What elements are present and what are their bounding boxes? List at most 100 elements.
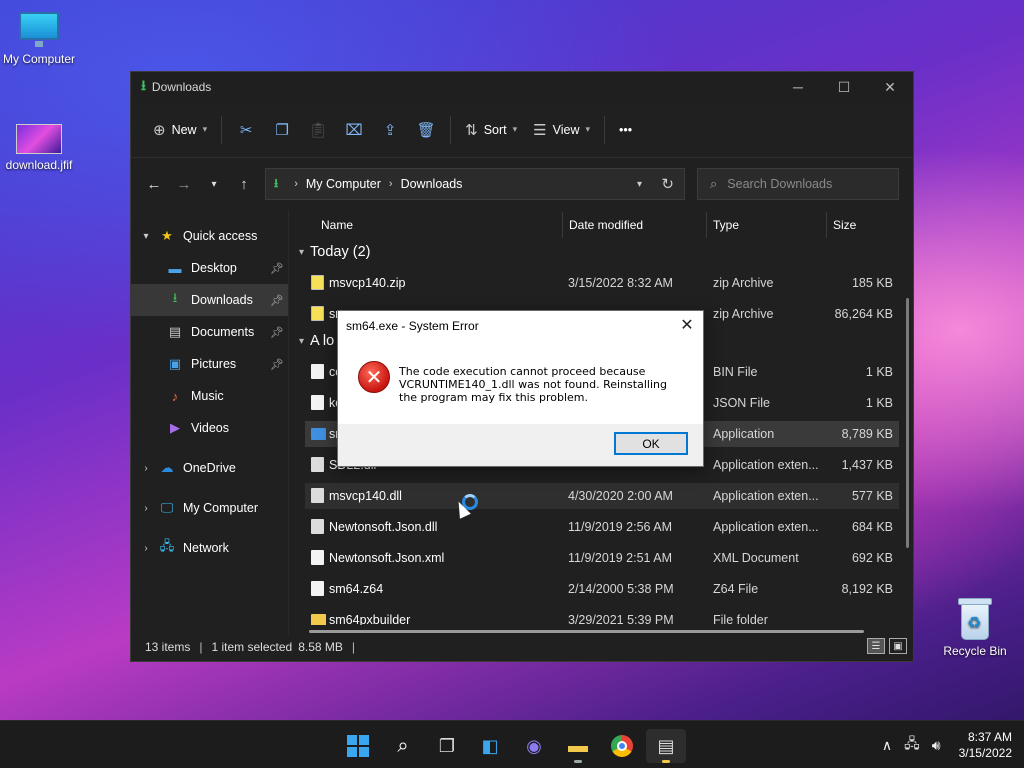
column-divider[interactable]: [562, 212, 563, 238]
column-header-size[interactable]: Size: [833, 216, 856, 234]
back-arrow-icon[interactable]: ←: [139, 169, 169, 199]
delete-icon[interactable]: 🗑︎: [408, 114, 444, 146]
minimize-button[interactable]: ─: [775, 72, 821, 102]
desktop-icon-my-computer[interactable]: My Computer: [0, 10, 81, 66]
file-date: 11/9/2019 2:51 AM: [568, 551, 673, 565]
chevron-right-icon[interactable]: ›: [131, 503, 157, 514]
nav-desktop[interactable]: ▬ Desktop 📌︎: [131, 252, 288, 284]
nav-label: Desktop: [191, 261, 237, 275]
up-arrow-icon[interactable]: ↑: [229, 169, 259, 199]
file-type: zip Archive: [713, 276, 774, 290]
file-row[interactable]: Newtonsoft.Json.xml 11/9/2019 2:51 AM XM…: [305, 545, 899, 571]
file-explorer-taskbar-button[interactable]: ▬: [558, 729, 598, 763]
status-divider: |: [351, 640, 356, 654]
nav-documents[interactable]: ▤ Documents 📌︎: [131, 316, 288, 348]
sort-icon: ⇅: [465, 121, 478, 139]
file-row[interactable]: sm64.z64 2/14/2000 5:38 PM Z64 File 8,19…: [305, 576, 899, 602]
file-icon: [311, 364, 324, 379]
pin-icon: 📌︎: [270, 262, 284, 275]
desktop-icon-download-jfif[interactable]: download.jfif: [0, 118, 81, 172]
start-button[interactable]: [338, 729, 378, 763]
file-type: Application exten...: [713, 458, 819, 472]
sort-label: Sort: [483, 122, 507, 137]
nav-network[interactable]: › 🖧︎ Network: [131, 532, 288, 564]
group-header-a-long-time-ago[interactable]: ▾ A lo: [299, 333, 334, 349]
dialog-titlebar[interactable]: sm64.exe - System Error ✕: [338, 311, 703, 341]
file-row[interactable]: msvcp140.dll 4/30/2020 2:00 AM Applicati…: [305, 483, 899, 509]
recent-locations-chevron-icon[interactable]: ▾: [199, 169, 229, 199]
group-header-today[interactable]: ▾ Today (2): [299, 244, 370, 260]
search-box[interactable]: ⌕ Search Downloads: [697, 168, 899, 200]
see-more-button[interactable]: •••: [611, 114, 640, 146]
vertical-scrollbar[interactable]: [906, 298, 909, 548]
status-bar: 13 items | 1 item selected 8.58 MB | ☰ ▣: [131, 633, 913, 661]
network-icon[interactable]: 🖧︎: [904, 733, 920, 757]
error-app-taskbar-button[interactable]: ▤: [646, 729, 686, 763]
tiles-view-icon[interactable]: ▣: [889, 638, 907, 654]
breadcrumb-chevron-icon: ›: [388, 178, 393, 190]
column-header-type[interactable]: Type: [713, 216, 739, 234]
widgets-button[interactable]: ◧: [470, 729, 510, 763]
nav-videos[interactable]: ▶ Videos: [131, 412, 288, 444]
rename-icon[interactable]: ⌧: [336, 114, 372, 146]
clock[interactable]: 8:37 AM 3/15/2022: [959, 729, 1012, 761]
copy-icon[interactable]: ❐: [264, 114, 300, 146]
chevron-down-icon: ▾: [512, 124, 518, 134]
details-view-icon[interactable]: ☰: [867, 638, 885, 654]
network-icon: 🖧︎: [159, 538, 175, 553]
monitor-icon: 🖵︎: [160, 500, 174, 515]
column-divider[interactable]: [826, 212, 827, 238]
nav-label: Videos: [191, 421, 229, 435]
desktop-icon-label: My Computer: [2, 52, 76, 66]
chrome-taskbar-button[interactable]: [602, 729, 642, 763]
maximize-button[interactable]: ☐: [821, 72, 867, 102]
nav-pictures[interactable]: ▣ Pictures 📌︎: [131, 348, 288, 380]
more-icon: •••: [619, 122, 633, 137]
nav-downloads[interactable]: ⭳ Downloads 📌︎: [131, 284, 288, 316]
search-taskbar-button[interactable]: ⌕: [383, 729, 423, 763]
active-indicator: [662, 760, 670, 763]
refresh-icon[interactable]: ↻: [661, 175, 674, 193]
chevron-up-icon[interactable]: ∧: [882, 737, 892, 754]
breadcrumb-my-computer[interactable]: My Computer: [306, 177, 381, 191]
volume-icon[interactable]: 🔊︎: [932, 737, 941, 754]
close-button[interactable]: ✕: [867, 72, 913, 102]
share-icon[interactable]: ⇪: [372, 114, 408, 146]
desktop-icon-recycle-bin[interactable]: ♻ Recycle Bin: [933, 598, 1017, 658]
column-header-date[interactable]: Date modified: [569, 216, 643, 234]
file-icon: [311, 581, 324, 596]
file-row[interactable]: Newtonsoft.Json.dll 11/9/2019 2:56 AM Ap…: [305, 514, 899, 540]
nav-quick-access[interactable]: ▾ ★ Quick access: [131, 220, 288, 252]
chat-button[interactable]: ◉: [514, 729, 554, 763]
music-icon: ♪: [171, 388, 179, 404]
chevron-right-icon[interactable]: ›: [131, 543, 157, 554]
forward-arrow-icon[interactable]: →: [169, 169, 199, 199]
paste-icon[interactable]: 📋︎: [300, 114, 336, 146]
item-count: 13 items: [145, 640, 191, 654]
address-bar[interactable]: ⭳ › My Computer › Downloads ▾ ↻: [265, 168, 685, 200]
column-header-name[interactable]: Name: [321, 216, 353, 234]
nav-my-computer[interactable]: › 🖵︎ My Computer: [131, 492, 288, 524]
ok-button[interactable]: OK: [614, 432, 688, 455]
nav-onedrive[interactable]: › ☁ OneDrive: [131, 452, 288, 484]
search-placeholder: Search Downloads: [727, 177, 833, 191]
new-button[interactable]: ⊕ New ▾: [145, 114, 215, 146]
sort-button[interactable]: ⇅ Sort ▾: [457, 114, 525, 146]
column-divider[interactable]: [706, 212, 707, 238]
breadcrumb-downloads[interactable]: Downloads: [401, 177, 463, 191]
navigation-pane: ▾ ★ Quick access ▬ Desktop 📌︎ ⭳ Download…: [131, 210, 289, 635]
file-row[interactable]: msvcp140.zip 3/15/2022 8:32 AM zip Archi…: [305, 270, 899, 296]
close-icon[interactable]: ✕: [677, 315, 697, 335]
chevron-down-icon[interactable]: ▾: [131, 231, 157, 242]
task-view-button[interactable]: ❐: [427, 729, 467, 763]
cut-icon[interactable]: ✂: [228, 114, 264, 146]
view-button[interactable]: ☰ View ▾: [525, 114, 598, 146]
address-dropdown-chevron-icon[interactable]: ▾: [637, 179, 642, 190]
teams-chat-icon: ◉: [526, 735, 542, 756]
address-row: ← → ▾ ↑ ⭳ › My Computer › Downloads ▾ ↻ …: [131, 158, 913, 210]
nav-music[interactable]: ♪ Music: [131, 380, 288, 412]
window-titlebar[interactable]: ⭳ Downloads ─ ☐ ✕: [131, 72, 913, 102]
chevron-right-icon[interactable]: ›: [131, 463, 157, 474]
file-name: msvcp140.zip: [329, 276, 406, 290]
file-row[interactable]: sm64pxbuilder 3/29/2021 5:39 PM File fol…: [305, 607, 899, 625]
